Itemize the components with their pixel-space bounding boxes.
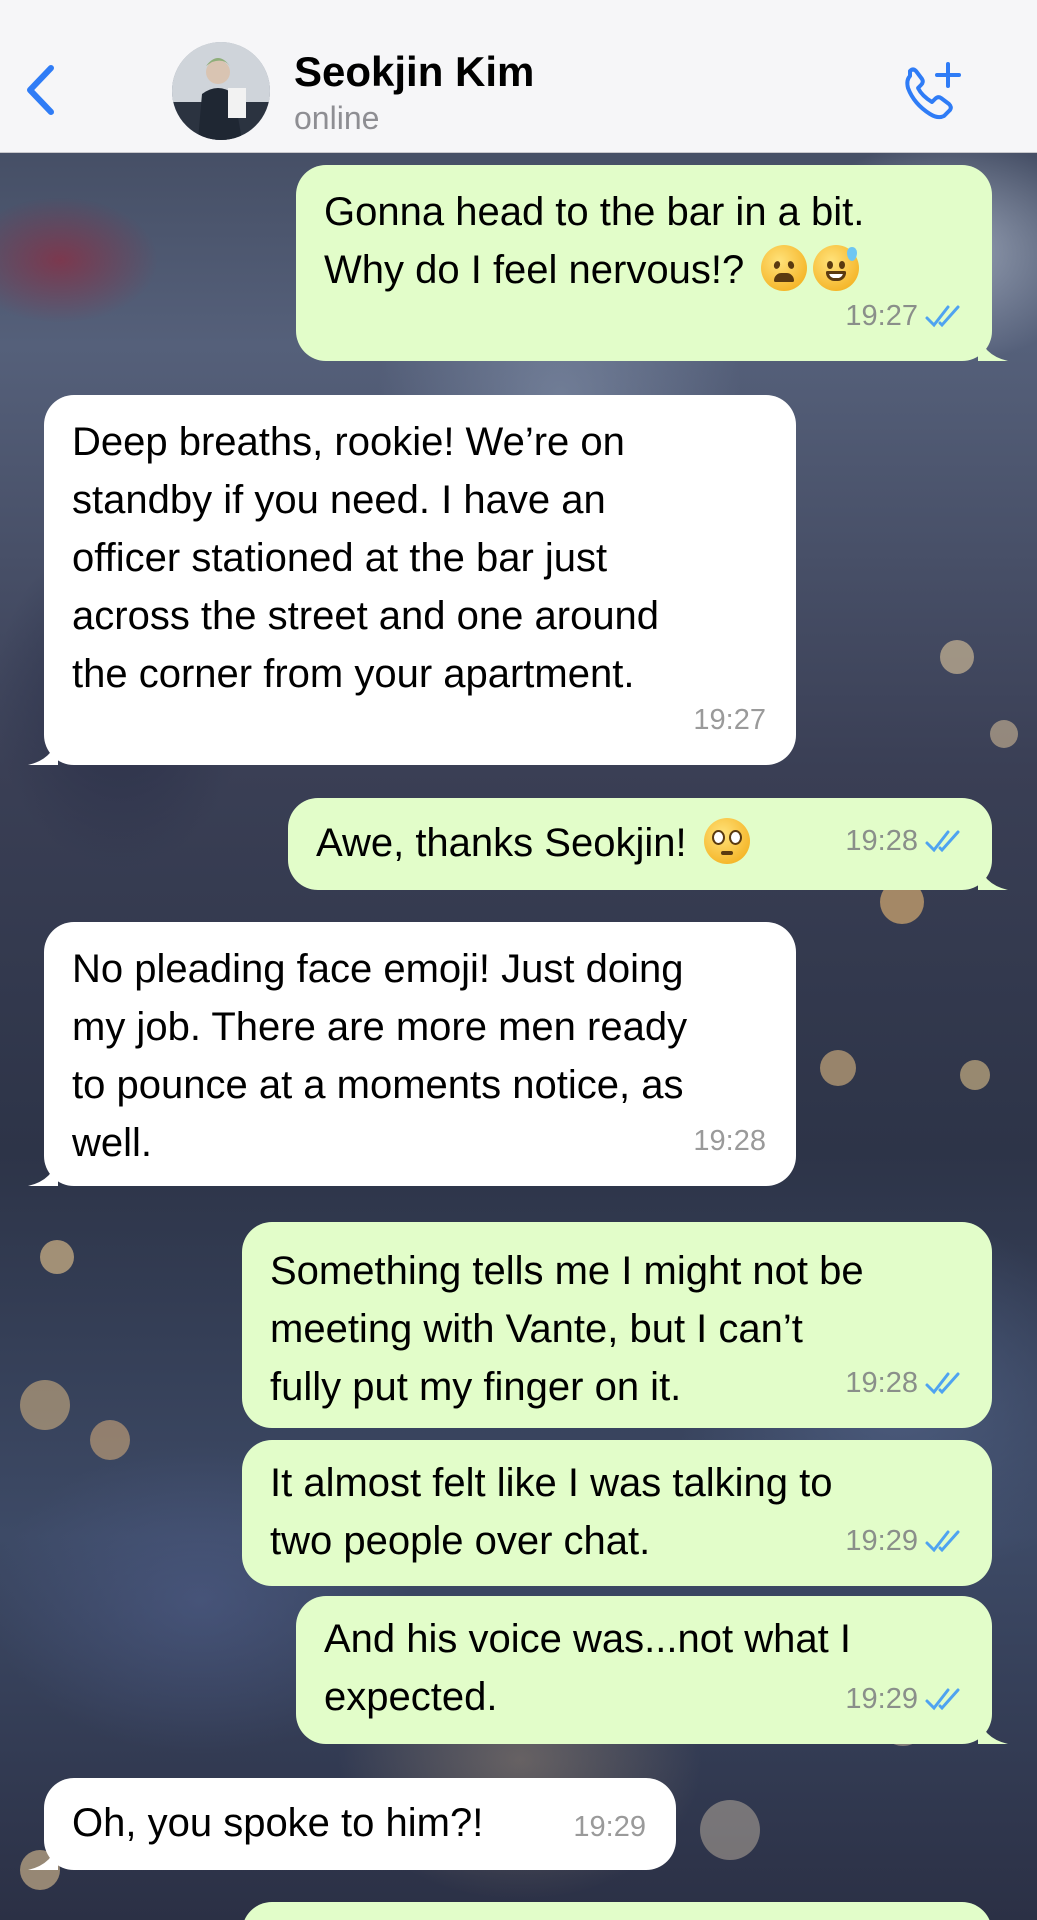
chat-header: Seokjin Kim online bbox=[0, 0, 1037, 153]
contact-status: online bbox=[294, 100, 380, 136]
message-bubble-incoming[interactable]: Deep breaths, rookie! We’re on standby i… bbox=[28, 395, 796, 765]
message-bubble-incoming[interactable]: Oh, you spoke to him?! 19:29 bbox=[28, 1778, 676, 1870]
message-time: 19:29 bbox=[573, 1811, 646, 1843]
bubble-tail bbox=[978, 331, 1008, 361]
message-time: 19:27 bbox=[693, 704, 766, 736]
add-call-button[interactable] bbox=[896, 58, 966, 128]
message-bubble-outgoing[interactable]: Something tells me I might not be meetin… bbox=[242, 1222, 992, 1428]
double-check-icon bbox=[925, 1530, 960, 1553]
message-time: 19:29 bbox=[845, 1525, 918, 1557]
message-bubble-outgoing[interactable]: It almost felt like I was talking to two… bbox=[242, 1440, 992, 1586]
message-time: 19:27 bbox=[845, 300, 918, 332]
bubble-tail bbox=[978, 1714, 1008, 1744]
message-text: Oh, you spoke to him?! bbox=[72, 1801, 484, 1845]
message-time: 19:28 bbox=[693, 1125, 766, 1157]
message-text: Deep breaths, rookie! We’re on standby i… bbox=[72, 420, 660, 696]
message-bubble-outgoing[interactable]: Awe, thanks Seokjin! 19:28 bbox=[288, 798, 1008, 890]
avatar[interactable] bbox=[172, 42, 270, 140]
pleading-face-emoji bbox=[703, 818, 750, 864]
phone-plus-icon bbox=[905, 62, 961, 120]
contact-name[interactable]: Seokjin Kim bbox=[294, 48, 534, 96]
bubble-tail bbox=[28, 1840, 58, 1870]
double-check-icon bbox=[925, 830, 960, 853]
message-bubble-outgoing[interactable]: And his voice was...not what I expected.… bbox=[296, 1596, 1008, 1744]
back-button[interactable] bbox=[20, 60, 60, 120]
bubble-tail bbox=[28, 735, 58, 765]
message-time: 19:28 bbox=[845, 1367, 918, 1399]
double-check-icon bbox=[925, 1372, 960, 1395]
message-text: Awe, thanks Seokjin! bbox=[316, 821, 698, 865]
message-time: 19:28 bbox=[845, 825, 918, 857]
message-text: No pleading face emoji! Just doing my jo… bbox=[72, 947, 688, 1165]
message-bubble-outgoing-partial[interactable] bbox=[242, 1902, 992, 1920]
chevron-left-icon bbox=[27, 65, 54, 115]
weary-face-emoji bbox=[761, 245, 808, 291]
grinning-sweat-face-emoji bbox=[813, 245, 860, 291]
bubble-tail bbox=[978, 860, 1008, 890]
message-bubble-incoming[interactable]: No pleading face emoji! Just doing my jo… bbox=[28, 922, 796, 1186]
double-check-icon bbox=[925, 1688, 960, 1711]
bubble-tail bbox=[28, 1156, 58, 1186]
double-check-icon bbox=[925, 305, 960, 328]
avatar-photo bbox=[172, 42, 270, 140]
message-bubble-outgoing[interactable]: Gonna head to the bar in a bit. Why do I… bbox=[296, 165, 1008, 361]
message-time: 19:29 bbox=[845, 1683, 918, 1715]
